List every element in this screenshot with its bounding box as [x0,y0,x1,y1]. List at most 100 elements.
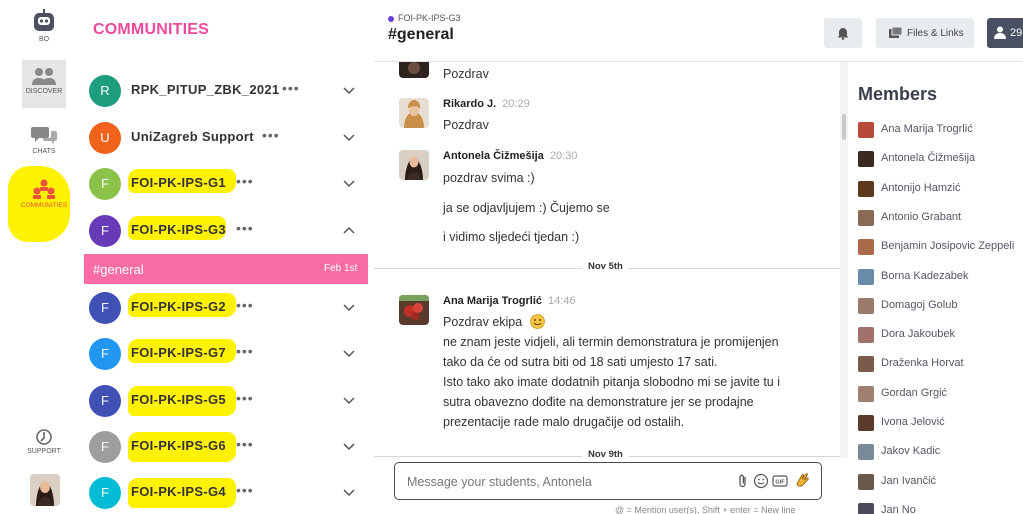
community-name: RPK_PITUP_ZBK_2021 [131,82,279,97]
message-text: i vidimo sljedeći tjedan :) [443,230,580,244]
members-count-button[interactable]: 29 [987,18,1023,48]
rail-bo[interactable]: BO [22,8,66,43]
attachment-icon[interactable] [735,473,751,489]
member-item[interactable]: Draženka Horvat [858,355,1023,373]
community-more-icon[interactable]: ••• [236,482,254,498]
notifications-button[interactable] [824,18,862,48]
rail-discover[interactable]: DISCOVER [22,60,66,108]
rail-chats[interactable]: CHATS [22,124,66,155]
files-links-button[interactable]: Files & Links [876,18,974,48]
member-item[interactable]: Domagoj Golub [858,297,1023,315]
scrollbar-thumb[interactable] [842,114,846,140]
rail-communities[interactable]: COMMUNITIES [14,178,74,209]
community-more-icon[interactable]: ••• [236,436,254,452]
member-avatar [858,502,874,514]
chevron-down-icon[interactable] [342,130,356,144]
community-name-text: FOI-PK-IPS-G3 [131,222,226,237]
community-avatar: F [89,431,121,463]
chevron-down-icon[interactable] [342,346,356,360]
community-item[interactable]: F FOI-PK-IPS-G5 ••• [84,379,368,423]
messages-scrollbar[interactable] [840,62,848,458]
message-avatar [399,62,429,78]
robot-logo-icon [34,9,54,31]
member-avatar [858,444,874,461]
member-name: Draženka Horvat [881,357,964,370]
community-avatar: F [89,215,121,247]
rail-bo-label: BO [38,36,50,43]
community-more-icon[interactable]: ••• [262,127,280,143]
member-item[interactable]: Antonio Grabant [858,209,1023,227]
community-item[interactable]: R RPK_PITUP_ZBK_2021 ••• [84,69,368,113]
message-avatar [399,98,429,128]
communities-title: COMMUNITIES [93,21,209,38]
community-item[interactable]: F FOI-PK-IPS-G4 ••• [84,471,368,514]
user-avatar-image [30,474,60,506]
chevron-down-icon[interactable] [342,83,356,97]
community-more-icon[interactable]: ••• [282,80,300,96]
community-more-icon[interactable]: ••• [236,220,254,236]
member-item[interactable]: Jakov Kadic [858,443,1023,461]
member-name: Jan No [881,503,916,514]
members-title: Members [858,84,938,104]
message-text: ja se odjavljujem :) Čujemo se [443,201,610,215]
gif-icon[interactable]: GIF [772,473,788,489]
message-composer: GIF [394,462,822,500]
chevron-down-icon[interactable] [342,439,356,453]
page-title: #general [388,26,454,43]
chevron-down-icon[interactable] [342,176,356,190]
chevron-down-icon[interactable] [342,300,356,314]
member-item[interactable]: Jan Ivančić [858,473,1023,491]
community-item[interactable]: F FOI-PK-IPS-G3 ••• [84,209,368,253]
message-input[interactable] [407,473,717,491]
chevron-up-icon[interactable] [342,223,356,237]
user-avatar[interactable] [30,474,60,506]
community-name-text: FOI-PK-IPS-G2 [131,299,226,314]
member-avatar [858,356,874,373]
member-avatar [858,297,874,314]
member-avatar [858,122,874,138]
community-item[interactable]: F FOI-PK-IPS-G2 ••• [84,286,368,330]
message-author: Rikardo J. 20:29 [443,98,530,110]
member-item[interactable]: Borna Kadezabek [858,268,1023,286]
community-item[interactable]: F FOI-PK-IPS-G7 ••• [84,332,368,376]
channel-item-general[interactable]: #general Feb 1st [84,254,368,284]
community-item[interactable]: U UniZagreb Support ••• [84,116,368,160]
chat-bubbles-icon [31,127,57,144]
community-item[interactable]: F FOI-PK-IPS-G1 ••• [84,162,368,206]
breadcrumb[interactable]: FOI-PK-IPS-G3 [388,13,461,23]
member-avatar [858,180,874,197]
wave-hand-icon[interactable] [794,472,812,490]
author-name: Antonela Čižmešija [443,150,544,162]
chevron-down-icon[interactable] [342,393,356,407]
community-item[interactable]: F FOI-PK-IPS-G6 ••• [84,425,368,469]
chevron-down-icon[interactable] [342,485,356,499]
member-name: Domagoj Golub [881,298,958,311]
member-item[interactable]: Jan No [858,502,1023,514]
community-avatar: F [89,477,121,509]
community-more-icon[interactable]: ••• [236,297,254,313]
community-dot-icon [388,15,394,22]
member-avatar [858,268,874,285]
community-more-icon[interactable]: ••• [236,343,254,359]
rail-support-label: SUPPORT [27,448,61,455]
member-item[interactable]: Benjamin Josipovic Zeppeli [858,238,1023,256]
member-item[interactable]: Antonela Čižmešija [858,150,1023,168]
author-name: Ana Marija Trogrlić [443,295,543,307]
rail-support[interactable]: SUPPORT [22,428,66,455]
emoji-icon[interactable] [753,473,769,489]
community-avatar: R [89,75,121,107]
message-text: ne znam jeste vidjeli, ali termin demons… [443,335,779,349]
message-text: tako da će od sutra biti od 18 sati umje… [443,355,718,369]
member-item[interactable]: Gordan Grgić [858,385,1023,403]
community-more-icon[interactable]: ••• [236,390,254,406]
community-name-text: FOI-PK-IPS-G1 [131,175,226,190]
member-item[interactable]: Ana Marija Trogrlić [858,121,1023,139]
member-item[interactable]: Dora Jakoubek [858,326,1023,344]
community-more-icon[interactable]: ••• [236,173,254,189]
member-item[interactable]: Antonijo Hamzić [858,180,1023,198]
member-item[interactable]: Ivona Jelović [858,414,1023,432]
member-avatar [858,473,874,490]
composer-hint: @ = Mention user(s), Shift + enter = New… [615,505,796,514]
community-name: FOI-PK-IPS-G6 [128,432,236,462]
message-text: Pozdrav [443,67,489,81]
